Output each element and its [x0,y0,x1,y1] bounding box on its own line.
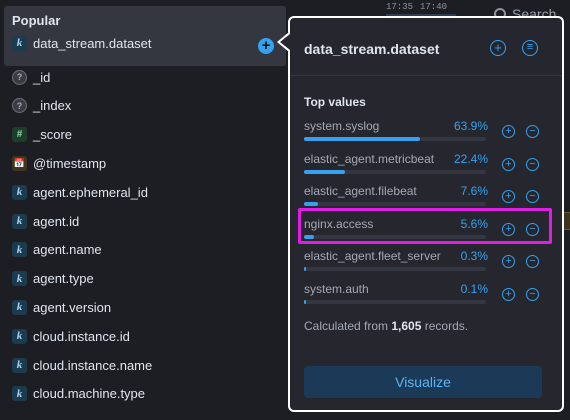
highlight-box [298,208,552,244]
top-value-row: system.syslog 63.9% + − [304,119,558,149]
keyword-type-icon: k [12,242,27,258]
value-percent: 0.3% [460,249,488,263]
filter-out-value-icon[interactable]: − [526,287,539,301]
filter-for-value-icon[interactable]: + [502,157,515,171]
field-name: cloud.instance.name [33,357,153,373]
divider [290,75,562,76]
top-values-title: Top values [304,95,366,109]
unknown-type-icon: ? [12,69,27,85]
add-field-icon[interactable]: + [258,38,274,54]
value-progress-fill [304,299,306,304]
keyword-type-icon: k [12,213,27,229]
top-value-row: elastic_agent.fleet_server 0.3% + − [304,249,558,279]
visualize-button[interactable]: Visualize [304,366,542,398]
value-progress-fill [304,169,345,174]
value-progress-fill [304,202,318,206]
date-type-icon: 📅 [12,155,27,171]
value-progress-track [304,137,486,141]
keyword-type-icon: k [12,35,27,51]
records-summary: Calculated from 1,605 records. [304,319,468,333]
value-name: system.syslog [304,119,380,133]
field-item[interactable]: k agent.name [12,240,282,260]
calc-prefix: Calculated from [304,319,392,333]
keyword-type-icon: k [12,357,27,373]
value-progress-track [304,169,486,174]
field-name: agent.name [33,242,102,258]
field-name: _index [33,98,72,114]
field-list-sidebar: Popular k data_stream.dataset + ? _id? _in… [0,0,288,420]
value-progress-track [304,267,486,271]
popover-title: data_stream.dataset [304,41,440,57]
field-item[interactable]: ? _index [12,96,282,116]
field-name: agent.id [33,213,80,229]
value-percent: 22.4% [453,151,488,166]
unknown-type-icon: ? [12,98,27,114]
filter-for-value-icon[interactable]: + [502,190,515,203]
popular-section-title: Popular [12,13,61,28]
filter-for-value-icon[interactable]: + [502,125,515,138]
field-item[interactable]: # _score [12,125,282,145]
field-item[interactable]: ? _id [12,67,282,87]
field-name: cloud.machine.type [33,386,146,402]
field-item-data-stream-dataset[interactable]: k data_stream.dataset [12,33,282,53]
keyword-type-icon: k [12,184,27,200]
field-item[interactable]: k cloud.instance.id [12,326,282,346]
value-name: elastic_agent.fleet_server [304,249,441,263]
field-item[interactable]: k cloud.machine.type [12,384,282,404]
value-name: elastic_agent.filebeat [304,184,417,198]
value-name: system.auth [304,281,369,296]
field-name: @timestamp [33,155,107,171]
filter-menu-icon[interactable]: ≡ [522,40,538,56]
popular-fields-section: Popular k data_stream.dataset + [4,6,286,66]
filter-out-value-icon[interactable]: − [526,255,539,268]
calc-suffix: records. [421,319,469,333]
filter-for-value-icon[interactable]: + [502,255,515,268]
field-name: agent.type [33,271,94,287]
filter-out-value-icon[interactable]: − [526,190,539,203]
add-filter-icon[interactable]: + [490,40,506,56]
field-name: agent.version [33,299,112,315]
value-progress-track [304,299,486,304]
value-progress-fill [304,267,306,271]
keyword-type-icon: k [12,271,27,287]
field-item[interactable]: k agent.type [12,269,282,289]
value-percent: 0.1% [460,281,488,296]
value-percent: 7.6% [460,184,488,198]
value-progress-track [304,202,486,206]
field-name: agent.ephemeral_id [33,184,148,200]
value-percent: 63.9% [453,119,488,133]
chart-tick-label: 17:35 [386,2,414,12]
keyword-type-icon: k [12,299,27,315]
field-item[interactable]: k agent.id [12,211,282,231]
field-name: _id [33,69,51,85]
field-item[interactable]: k cloud.instance.name [12,355,282,375]
field-item[interactable]: 📅 @timestamp [12,153,282,173]
popover-arrow-inner [280,34,290,50]
keyword-type-icon: k [12,386,27,402]
filter-for-value-icon[interactable]: + [502,287,515,301]
chart-tick-label: 17:40 [420,2,448,12]
records-count: 1,605 [391,319,422,333]
number-type-icon: # [12,127,27,143]
top-value-row: elastic_agent.metricbeat 22.4% + − [304,152,558,182]
filter-out-value-icon[interactable]: − [526,157,539,171]
field-details-popover: data_stream.dataset + ≡ Top values syste… [288,16,564,412]
field-name: data_stream.dataset [33,35,152,51]
value-name: elastic_agent.metricbeat [304,151,435,166]
top-value-row: system.auth 0.1% + − [304,282,558,312]
keyword-type-icon: k [12,328,27,344]
field-item[interactable]: k agent.version [12,297,282,317]
field-item[interactable]: k agent.ephemeral_id [12,182,282,202]
field-name: cloud.instance.id [33,328,130,344]
field-name: _score [33,127,73,143]
filter-out-value-icon[interactable]: − [526,125,539,138]
value-progress-fill [304,137,421,141]
